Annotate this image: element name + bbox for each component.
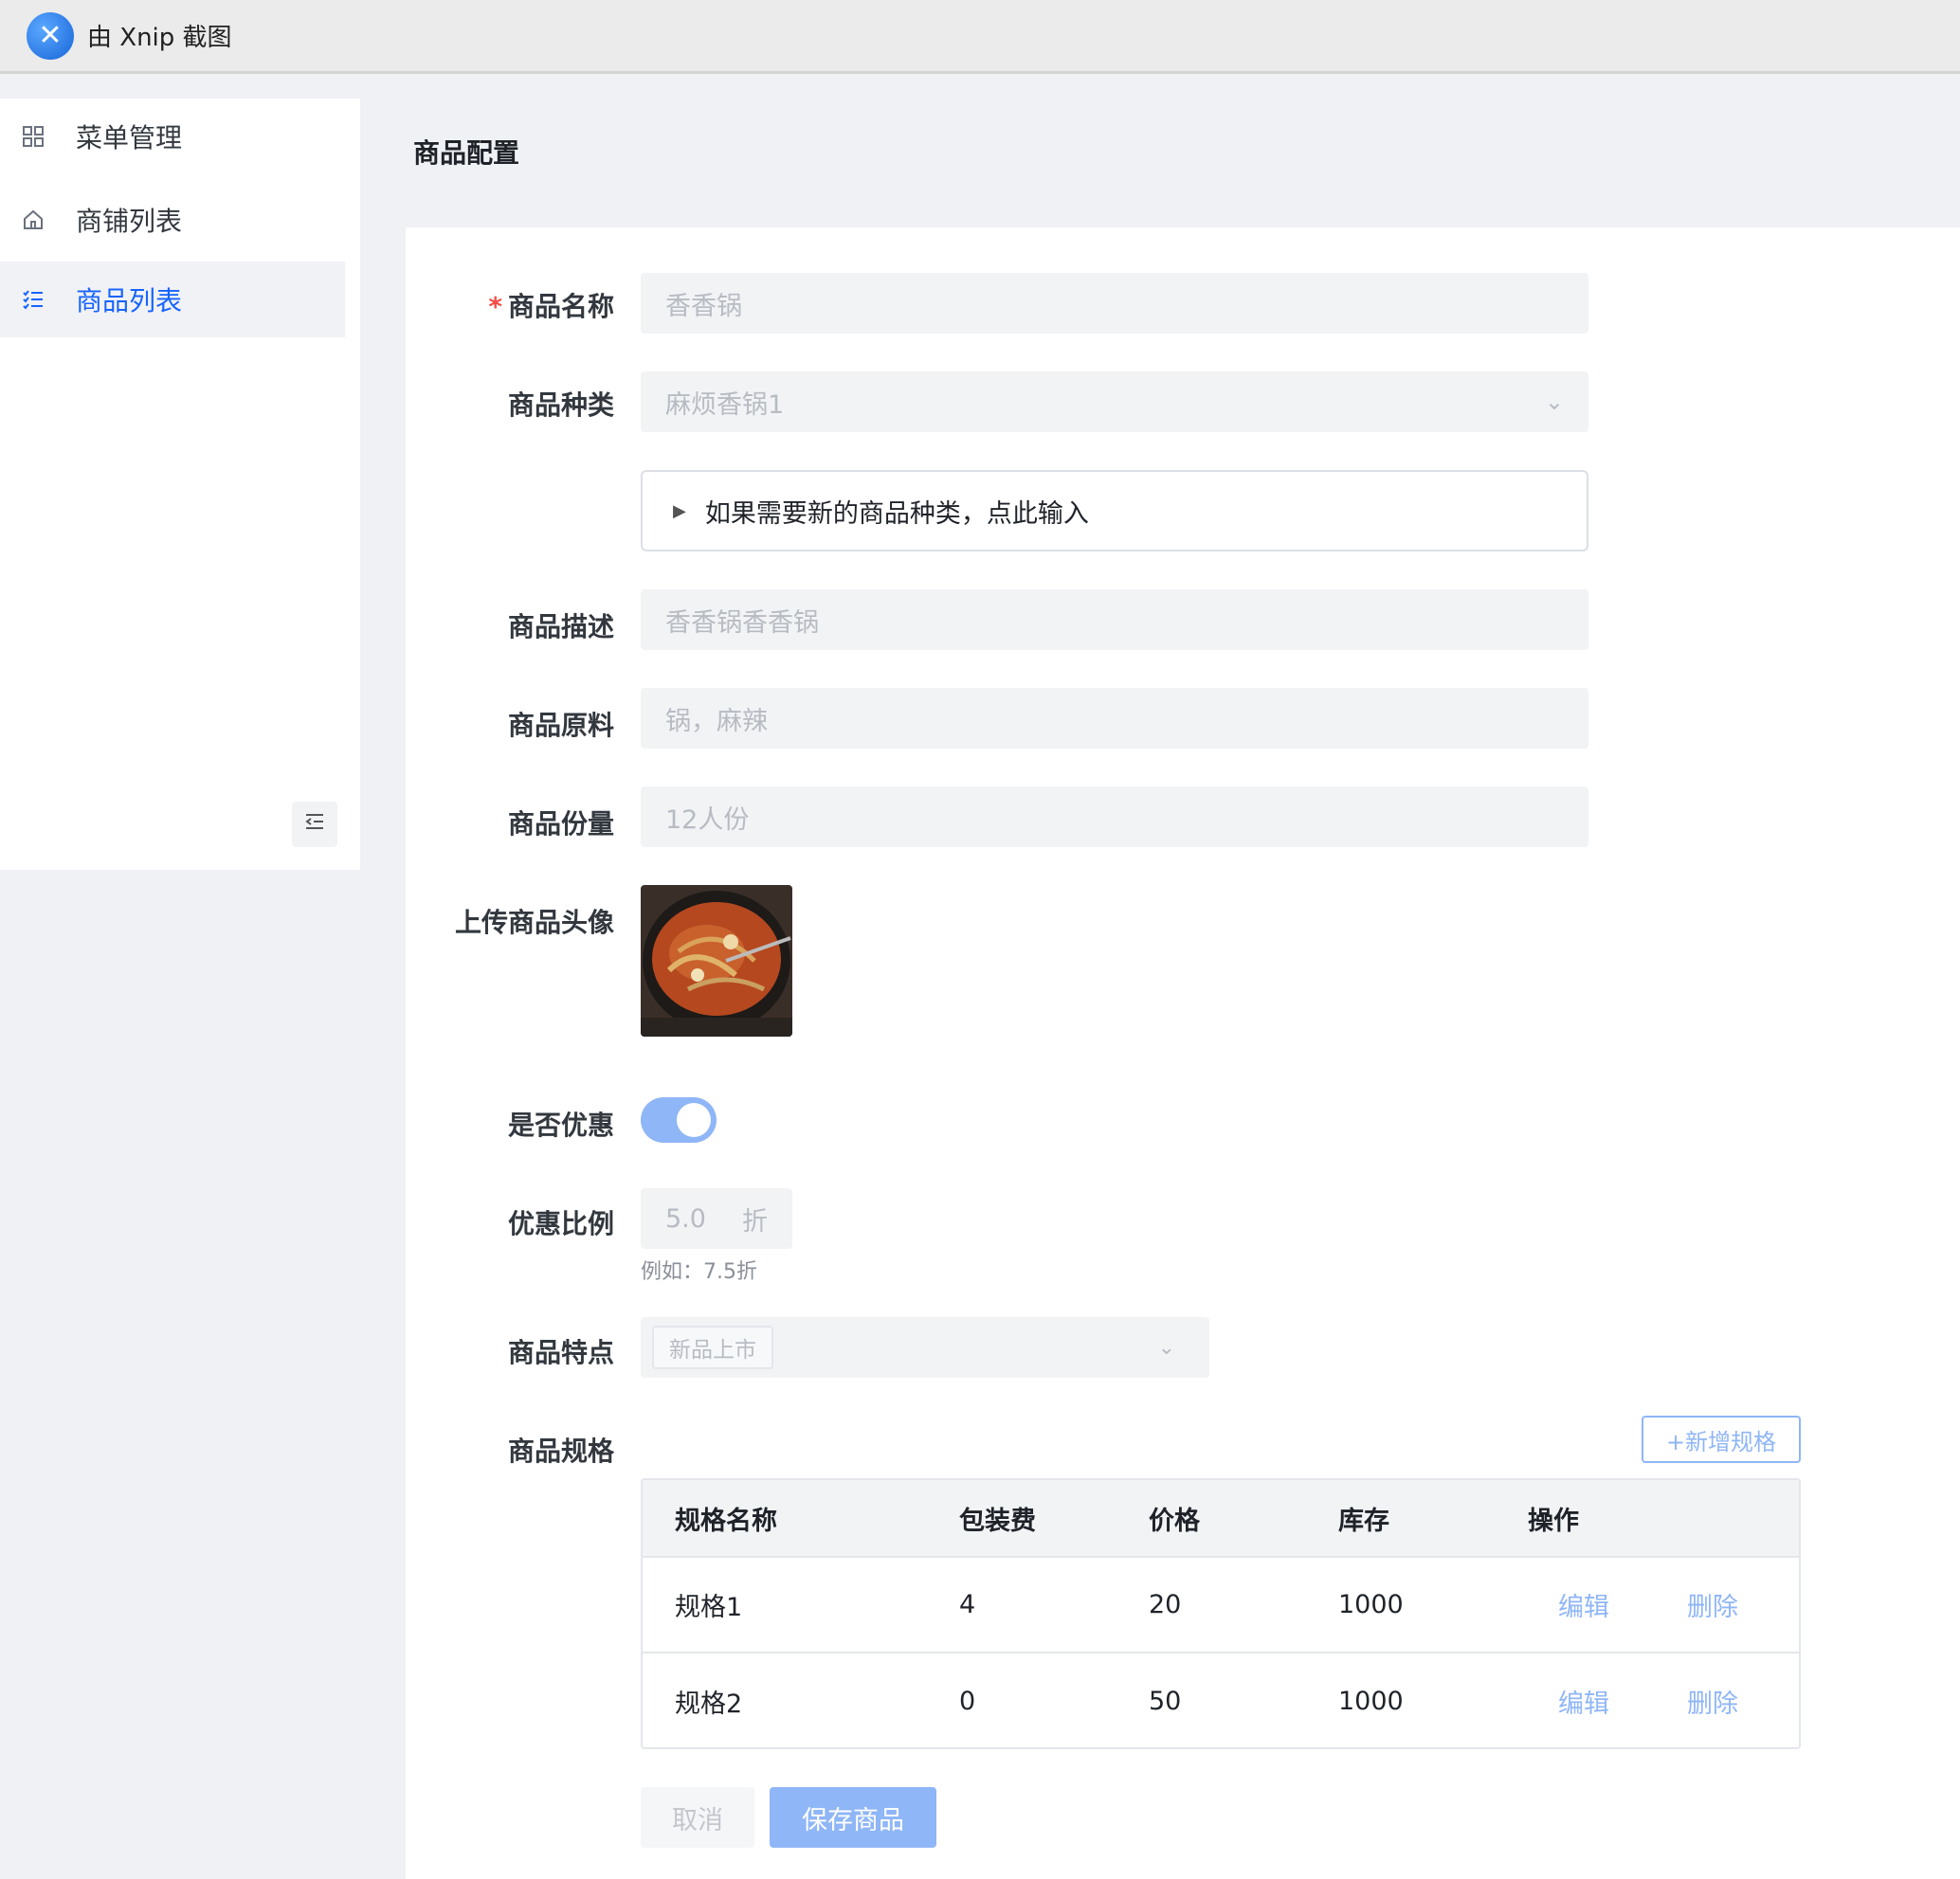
feature-tag[interactable]: 新品上市 (652, 1326, 773, 1369)
caret-right-icon: ▶ (673, 500, 686, 521)
description-input[interactable]: 香香锅香香锅 (641, 589, 1588, 650)
required-star: * (488, 291, 502, 322)
grid-icon (21, 124, 45, 149)
specs-label: 商品规格 (507, 1436, 614, 1467)
edit-link[interactable]: 编辑 (1558, 1653, 1609, 1747)
features-label: 商品特点 (507, 1337, 614, 1368)
stock-cell: 1000 (1338, 1687, 1404, 1716)
product-name-input[interactable]: 香香锅 (641, 273, 1588, 334)
sidebar-collapse-button[interactable] (292, 802, 337, 847)
discount-hint: 例如：7.5折 (641, 1260, 757, 1284)
column-header: 价格 (1149, 1506, 1200, 1536)
sidebar-item-label: 商铺列表 (76, 206, 183, 237)
window-titlebar: ✕ 由 Xnip 截图 (0, 0, 1960, 74)
indent-icon (303, 810, 326, 839)
new-category-expander[interactable]: ▶ 如果需要新的商品种类，点此输入 (641, 470, 1588, 551)
price-cell: 20 (1149, 1590, 1182, 1619)
save-product-button[interactable]: 保存商品 (770, 1787, 936, 1848)
product-avatar-image[interactable] (641, 885, 792, 1037)
price-cell: 50 (1149, 1687, 1182, 1716)
add-spec-button[interactable]: +新增规格 (1642, 1416, 1801, 1463)
list-check-icon (21, 287, 45, 312)
edit-link[interactable]: 编辑 (1558, 1558, 1609, 1652)
features-select[interactable]: 新品上市 ⌄ (641, 1317, 1209, 1378)
spec-table-header: 规格名称 包装费 价格 库存 操作 (643, 1480, 1799, 1558)
ingredients-label: 商品原料 (507, 710, 614, 741)
portion-label: 商品份量 (507, 808, 614, 840)
sidebar-item-product-list[interactable]: 商品列表 (0, 262, 345, 337)
sidebar-item-label: 菜单管理 (76, 122, 183, 154)
spec-table: 规格名称 包装费 价格 库存 操作 规格1 4 20 1000 编辑 删除 规格… (641, 1478, 1801, 1749)
chevron-down-icon: ⌄ (1544, 388, 1564, 415)
sidebar-item-shop-list[interactable]: 商铺列表 (0, 182, 345, 258)
avatar-label: 上传商品头像 (454, 907, 614, 938)
category-select[interactable]: 麻烦香锅1 ⌄ (641, 371, 1588, 432)
portion-input[interactable]: 12人份 (641, 786, 1588, 847)
column-header: 库存 (1338, 1506, 1389, 1536)
discount-enabled-label: 是否优惠 (507, 1110, 614, 1141)
cancel-button[interactable]: 取消 (641, 1787, 754, 1848)
stock-cell: 1000 (1338, 1590, 1404, 1619)
spec-name-cell: 规格1 (675, 1593, 743, 1622)
home-icon (21, 208, 45, 232)
name-label: * 商品名称 (488, 291, 614, 322)
toggle-knob (677, 1103, 711, 1137)
chevron-down-icon: ⌄ (1157, 1335, 1175, 1360)
sidebar: 菜单管理 商铺列表 商品列表 (0, 99, 360, 870)
column-header: 操作 (1528, 1506, 1579, 1536)
category-label: 商品种类 (507, 389, 614, 421)
packing-fee-cell: 4 (959, 1590, 976, 1619)
spec-name-cell: 规格2 (675, 1689, 743, 1719)
page-title: 商品配置 (413, 137, 520, 169)
hotpot-image (641, 885, 792, 1037)
window-title: 由 Xnip 截图 (87, 24, 232, 52)
table-row: 规格1 4 20 1000 编辑 删除 (643, 1558, 1799, 1653)
table-row: 规格2 0 50 1000 编辑 删除 (643, 1653, 1799, 1747)
delete-link[interactable]: 删除 (1687, 1558, 1738, 1652)
discount-ratio-input[interactable]: 5.0 折 (641, 1188, 792, 1249)
delete-link[interactable]: 删除 (1687, 1653, 1738, 1747)
discount-toggle[interactable] (641, 1097, 717, 1143)
column-header: 包装费 (959, 1506, 1036, 1536)
column-header: 规格名称 (675, 1506, 777, 1536)
xnip-logo-icon: ✕ (27, 11, 74, 60)
sidebar-item-label: 商品列表 (76, 285, 183, 316)
ingredients-input[interactable]: 锅，麻辣 (641, 688, 1588, 749)
description-label: 商品描述 (507, 611, 614, 642)
discount-ratio-label: 优惠比例 (507, 1208, 614, 1239)
packing-fee-cell: 0 (959, 1687, 976, 1716)
sidebar-item-menu-management[interactable]: 菜单管理 (0, 99, 345, 174)
